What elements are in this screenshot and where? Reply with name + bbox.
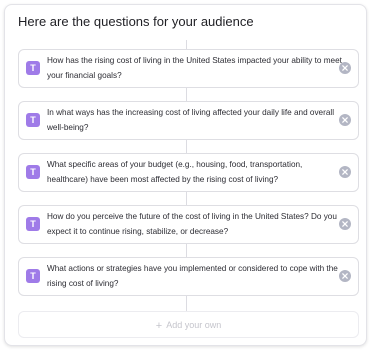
text-type-icon: T	[26, 165, 40, 179]
close-circle-icon[interactable]	[339, 218, 351, 230]
question-item[interactable]: T How has the rising cost of living in t…	[18, 49, 359, 88]
question-text[interactable]: How has the rising cost of living in the…	[47, 54, 343, 83]
connector-line	[186, 140, 187, 153]
close-circle-icon[interactable]	[339, 62, 351, 74]
add-question-label: Add your own	[166, 320, 222, 330]
question-item[interactable]: T How do you perceive the future of the …	[18, 205, 359, 244]
text-type-icon: T	[26, 269, 40, 283]
connector-line	[186, 296, 187, 311]
questions-card: Here are the questions for your audience…	[4, 4, 367, 346]
connector-line	[186, 88, 187, 101]
question-item[interactable]: T What specific areas of your budget (e.…	[18, 153, 359, 192]
question-text[interactable]: In what ways has the increasing cost of …	[47, 106, 343, 135]
plus-icon: +	[155, 320, 163, 332]
text-type-icon: T	[26, 217, 40, 231]
question-text[interactable]: How do you perceive the future of the co…	[47, 210, 343, 239]
question-text[interactable]: What actions or strategies have you impl…	[47, 262, 343, 291]
text-type-icon: T	[26, 113, 40, 127]
close-circle-icon[interactable]	[339, 166, 351, 178]
question-text[interactable]: What specific areas of your budget (e.g.…	[47, 158, 343, 187]
connector-line	[186, 40, 187, 49]
question-item[interactable]: T In what ways has the increasing cost o…	[18, 101, 359, 140]
close-circle-icon[interactable]	[339, 114, 351, 126]
add-question-button[interactable]: + Add your own	[18, 311, 359, 338]
text-type-icon: T	[26, 61, 40, 75]
close-circle-icon[interactable]	[339, 270, 351, 282]
question-item[interactable]: T What actions or strategies have you im…	[18, 257, 359, 296]
connector-line	[186, 192, 187, 205]
connector-line	[186, 244, 187, 257]
page-title: Here are the questions for your audience	[18, 14, 254, 29]
add-question-content: + Add your own	[19, 319, 358, 332]
